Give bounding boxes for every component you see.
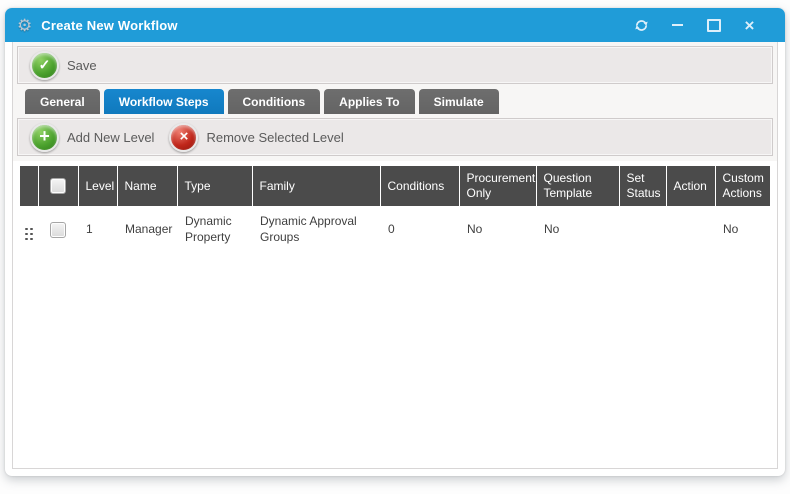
maximize-icon[interactable] <box>706 18 721 33</box>
level-toolbar: + Add New Level × Remove Selected Level <box>17 118 773 156</box>
cell-custom-actions: No <box>715 206 770 254</box>
table-header-row: Level Name Type Family Conditions Procur… <box>20 166 770 206</box>
save-button[interactable]: ✓ Save <box>30 51 97 80</box>
select-all-column-header <box>38 166 78 206</box>
column-header-question-template: Question Template <box>536 166 619 206</box>
cell-question-template: No <box>536 206 619 254</box>
gear-icon: ⚙ <box>17 17 32 34</box>
tab-workflow-steps[interactable]: Workflow Steps <box>104 89 224 114</box>
drag-handle-icon <box>25 228 33 241</box>
cell-conditions: 0 <box>380 206 459 254</box>
titlebar: ⚙ Create New Workflow × <box>5 8 785 42</box>
remove-selected-level-button[interactable]: × Remove Selected Level <box>169 123 343 152</box>
column-header-name: Name <box>117 166 177 206</box>
tab-strip: General Workflow Steps Conditions Applie… <box>25 89 773 114</box>
cell-set-status <box>619 206 666 254</box>
column-header-set-status: Set Status <box>619 166 666 206</box>
dialog-content: ✓ Save General Workflow Steps Conditions… <box>12 42 778 469</box>
column-header-procurement-only: Procurement Only <box>459 166 536 206</box>
tab-conditions[interactable]: Conditions <box>228 89 321 114</box>
minimize-icon[interactable] <box>670 18 685 33</box>
check-circle-icon: ✓ <box>30 51 59 80</box>
column-header-level: Level <box>78 166 117 206</box>
row-select-cell <box>38 206 78 254</box>
workflow-steps-table-container: Level Name Type Family Conditions Procur… <box>13 161 777 468</box>
cell-action <box>666 206 715 254</box>
remove-selected-level-label: Remove Selected Level <box>206 130 343 145</box>
cell-type: Dynamic Property <box>177 206 252 254</box>
create-new-workflow-dialog: ⚙ Create New Workflow × ✓ Save <box>5 8 785 476</box>
cell-procurement-only: No <box>459 206 536 254</box>
save-button-label: Save <box>67 58 97 73</box>
window-controls: × <box>634 18 757 33</box>
tab-applies-to[interactable]: Applies To <box>324 89 414 114</box>
column-header-action: Action <box>666 166 715 206</box>
window-title: Create New Workflow <box>41 18 177 33</box>
column-header-type: Type <box>177 166 252 206</box>
workflow-steps-table: Level Name Type Family Conditions Procur… <box>20 166 771 254</box>
drag-column-header <box>20 166 38 206</box>
plus-circle-icon: + <box>30 123 59 152</box>
close-icon[interactable]: × <box>742 18 757 33</box>
refresh-icon[interactable] <box>634 18 649 33</box>
column-header-family: Family <box>252 166 380 206</box>
row-checkbox[interactable] <box>50 222 66 238</box>
select-all-checkbox[interactable] <box>50 178 66 194</box>
cell-level: 1 <box>78 206 117 254</box>
row-drag-handle[interactable] <box>20 206 38 254</box>
cell-family: Dynamic Approval Groups <box>252 206 380 254</box>
column-header-custom-actions: Custom Actions <box>715 166 770 206</box>
x-circle-icon: × <box>169 123 198 152</box>
add-new-level-button[interactable]: + Add New Level <box>30 123 154 152</box>
tab-general[interactable]: General <box>25 89 100 114</box>
table-row[interactable]: 1 Manager Dynamic Property Dynamic Appro… <box>20 206 770 254</box>
tab-simulate[interactable]: Simulate <box>419 89 499 114</box>
column-header-conditions: Conditions <box>380 166 459 206</box>
add-new-level-label: Add New Level <box>67 130 154 145</box>
save-toolbar: ✓ Save <box>17 46 773 84</box>
cell-name: Manager <box>117 206 177 254</box>
